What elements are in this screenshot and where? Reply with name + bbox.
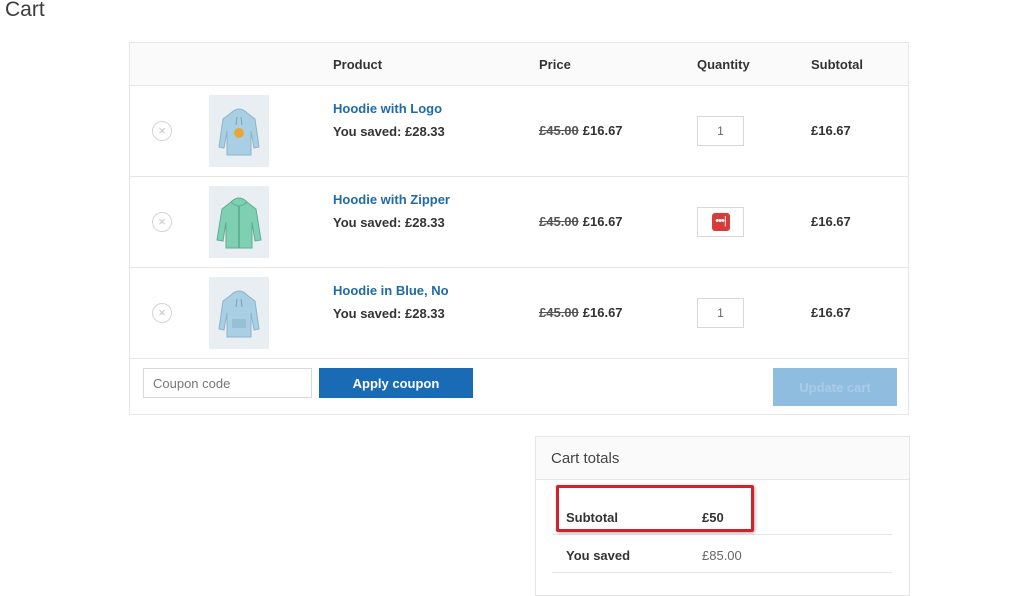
item-subtotal: £16.67: [811, 214, 851, 229]
totals-row-saved: You saved £85.00: [552, 535, 892, 573]
cart-item-row: × Hoodie with Zipper You saved: £28.33 £…: [130, 177, 908, 268]
header-product: Product: [333, 57, 383, 72]
apply-coupon-button[interactable]: Apply coupon: [319, 368, 473, 398]
totals-label: Subtotal: [566, 510, 618, 525]
price-cell: £45.00 £16.67: [539, 123, 623, 138]
product-name-link[interactable]: Hoodie with Logo: [333, 101, 442, 116]
header-price: Price: [539, 57, 571, 72]
item-subtotal: £16.67: [811, 123, 851, 138]
original-price: £45.00: [539, 123, 579, 138]
totals-value: £50: [702, 510, 724, 525]
cart-actions: Apply coupon Update cart: [130, 359, 908, 414]
cart-table: Product Price Quantity Subtotal × Hoodie…: [129, 42, 909, 415]
remove-item-button[interactable]: ×: [152, 212, 172, 232]
sale-price: £16.67: [582, 214, 623, 229]
header-quantity: Quantity: [697, 57, 750, 72]
sale-price: £16.67: [582, 305, 623, 320]
saved-amount: You saved: £28.33: [333, 215, 445, 230]
original-price: £45.00: [539, 214, 579, 229]
cart-totals-title: Cart totals: [551, 450, 620, 467]
sale-price: £16.67: [582, 123, 623, 138]
product-thumbnail[interactable]: [209, 186, 269, 258]
totals-value: £85.00: [702, 548, 742, 563]
item-subtotal: £16.67: [811, 305, 851, 320]
totals-row-subtotal: Subtotal £50: [552, 497, 892, 535]
header-subtotal: Subtotal: [811, 57, 863, 72]
remove-item-button[interactable]: ×: [152, 121, 172, 141]
quantity-input[interactable]: 1: [697, 116, 744, 146]
coupon-code-input[interactable]: [143, 368, 312, 398]
cart-totals: Cart totals Subtotal £50 You saved £85.0…: [535, 436, 910, 596]
price-cell: £45.00 £16.67: [539, 214, 623, 229]
totals-label: You saved: [566, 548, 631, 563]
update-cart-button[interactable]: Update cart: [773, 368, 897, 406]
cart-totals-header: Cart totals: [536, 437, 909, 480]
product-name-link[interactable]: Hoodie with Zipper: [333, 192, 450, 207]
product-thumbnail[interactable]: [209, 95, 269, 167]
cart-item-row: × Hoodie in Blue, No You saved: £28.33 £…: [130, 268, 908, 359]
saved-amount: You saved: £28.33: [333, 306, 445, 321]
cart-table-header: Product Price Quantity Subtotal: [130, 43, 908, 86]
price-cell: £45.00 £16.67: [539, 305, 623, 320]
quantity-input[interactable]: 1: [697, 298, 744, 328]
original-price: £45.00: [539, 305, 579, 320]
product-thumbnail[interactable]: [209, 277, 269, 349]
quantity-input[interactable]: •••|: [697, 207, 744, 237]
cart-item-row: × Hoodie with Logo You saved: £28.33 £45…: [130, 86, 908, 177]
saved-amount: You saved: £28.33: [333, 124, 445, 139]
page-title: Cart: [5, 0, 45, 21]
product-name-link[interactable]: Hoodie in Blue, No: [333, 283, 449, 298]
password-manager-icon[interactable]: •••|: [711, 212, 730, 231]
remove-item-button[interactable]: ×: [152, 303, 172, 323]
